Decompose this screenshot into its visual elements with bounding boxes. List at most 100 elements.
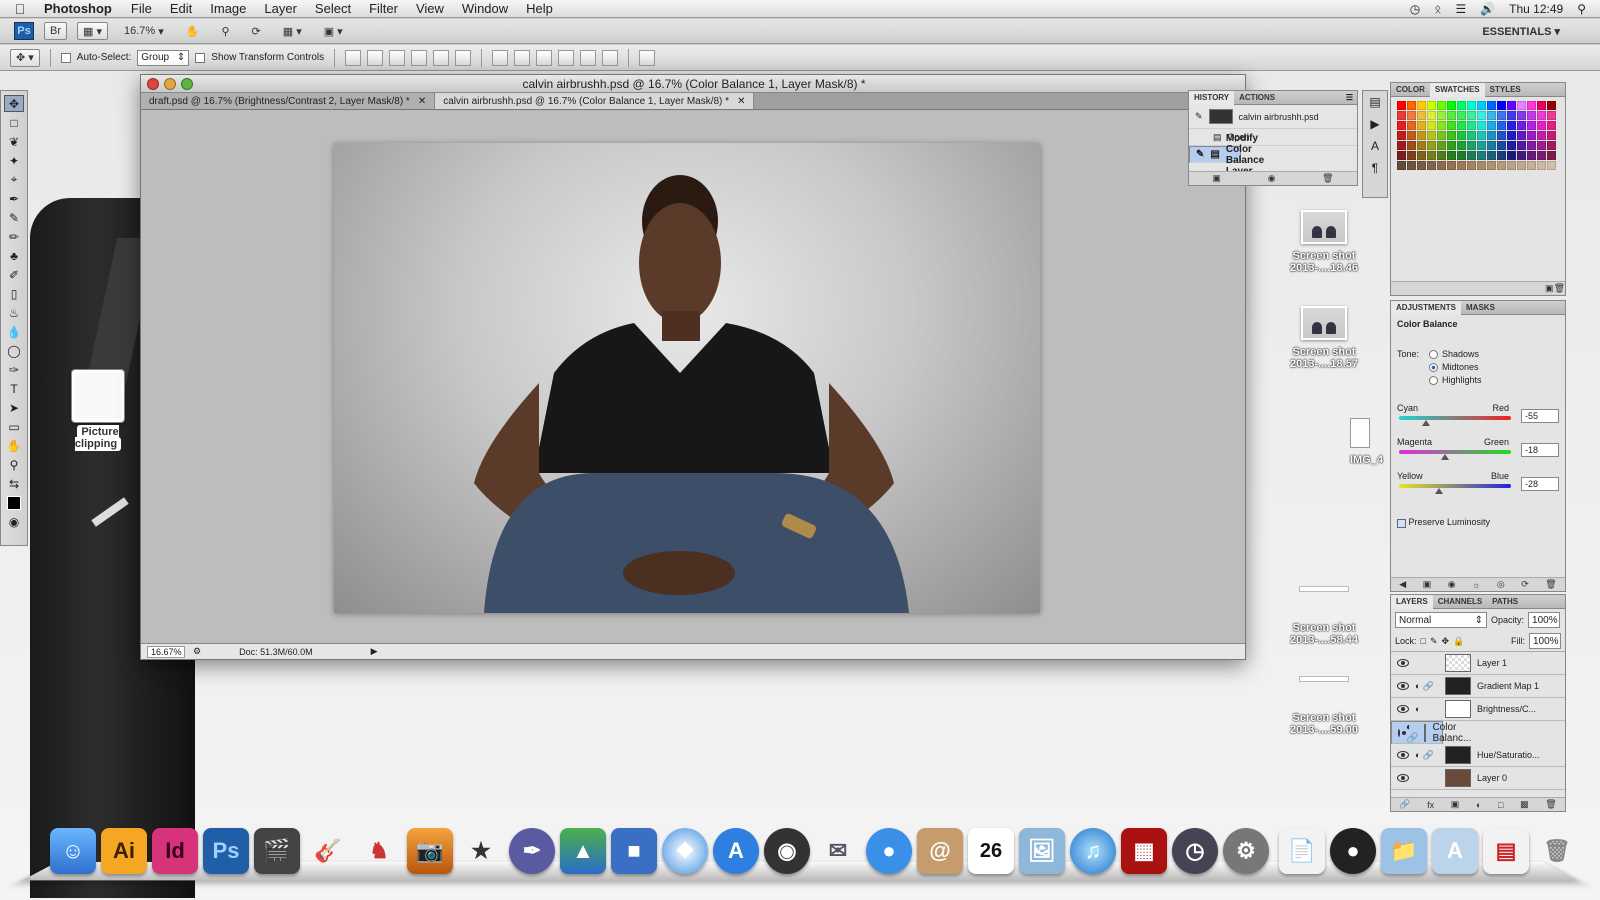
color-swatch[interactable] — [1497, 131, 1506, 140]
color-swatch[interactable] — [1517, 121, 1526, 130]
quick-select-tool-icon[interactable]: ✦ — [4, 152, 24, 169]
quick-mask-icon[interactable]: ◉ — [4, 513, 24, 530]
hand-tool-icon[interactable]: ✋ — [4, 437, 24, 454]
view-extras-button[interactable]: ▦ ▾ — [77, 22, 108, 40]
color-swatch[interactable] — [1507, 151, 1516, 160]
color-swatch[interactable] — [1407, 121, 1416, 130]
minimize-window-button[interactable] — [164, 77, 176, 90]
illustrator-icon[interactable]: Ai — [101, 828, 147, 874]
menu-app-name[interactable]: Photoshop — [40, 1, 122, 16]
lasso-tool-icon[interactable]: ❦ — [4, 133, 24, 150]
blur-tool-icon[interactable]: 💧 — [4, 323, 24, 340]
history-panel-icon[interactable]: ▤ — [1369, 95, 1380, 109]
color-swatch[interactable] — [1527, 131, 1536, 140]
new-group-icon[interactable]: □ — [1498, 800, 1503, 810]
crop-tool-icon[interactable]: ⌖ — [4, 171, 24, 188]
color-swatch[interactable] — [1497, 151, 1506, 160]
color-swatch[interactable] — [1487, 141, 1496, 150]
layer-row[interactable]: ◐ 🔗 Gradient Map 1 — [1391, 675, 1565, 698]
color-swatch[interactable] — [1447, 151, 1456, 160]
clone-stamp-tool-icon[interactable]: ♣ — [4, 247, 24, 264]
visibility-eye-icon[interactable] — [1398, 728, 1406, 737]
tab-color[interactable]: COLOR — [1391, 83, 1430, 97]
new-adjustment-icon[interactable]: ◐ — [1476, 800, 1481, 810]
color-swatch[interactable] — [1447, 141, 1456, 150]
color-swatch[interactable] — [1427, 131, 1436, 140]
color-swatch[interactable] — [1527, 141, 1536, 150]
menu-filter[interactable]: Filter — [360, 1, 407, 16]
color-swatch[interactable] — [1547, 121, 1556, 130]
delete-state-icon[interactable]: 🗑 — [1322, 173, 1333, 184]
slider-track[interactable] — [1399, 484, 1511, 489]
shape-tool-icon[interactable]: ▭ — [4, 418, 24, 435]
color-swatch[interactable] — [1517, 161, 1526, 170]
auto-select-dropdown[interactable]: Group ⇕ — [137, 49, 190, 66]
color-swatch[interactable] — [1417, 151, 1426, 160]
desktop-clipping-file[interactable]: Picture clipping — [55, 370, 141, 451]
ical-icon[interactable]: 26 — [968, 828, 1014, 874]
zoom-tool-icon[interactable]: ⚲ — [4, 456, 24, 473]
color-swatch[interactable] — [1537, 111, 1546, 120]
documents-stack-icon[interactable]: 📄 — [1279, 828, 1325, 874]
slider-knob[interactable] — [1440, 454, 1449, 461]
color-swatch[interactable] — [1457, 141, 1466, 150]
status-zoom-field[interactable]: 16.67% — [147, 645, 185, 658]
gnome-icon[interactable]: ♞ — [356, 828, 402, 874]
character-panel-icon[interactable]: A — [1371, 139, 1379, 153]
align-top-icon[interactable] — [345, 49, 362, 66]
brush-tool-icon[interactable]: ✏ — [4, 228, 24, 245]
layer-row[interactable]: Layer 0 — [1391, 767, 1565, 790]
color-swatch[interactable] — [1497, 101, 1506, 110]
color-swatch[interactable] — [1407, 161, 1416, 170]
move-tool-icon[interactable]: ✥ — [4, 95, 24, 112]
color-swatch[interactable] — [1457, 101, 1466, 110]
visibility-eye-icon[interactable] — [1397, 774, 1409, 782]
color-swatch[interactable] — [1417, 111, 1426, 120]
desktop-file-screenshot-1[interactable]: Screen shot 2013-....18.46 — [1284, 210, 1364, 274]
color-swatch[interactable] — [1467, 121, 1476, 130]
color-swatch[interactable] — [1517, 101, 1526, 110]
time-machine-status-icon[interactable]: ◷ — [1410, 2, 1420, 16]
slider-knob[interactable] — [1435, 488, 1444, 495]
color-swatch[interactable] — [1477, 161, 1486, 170]
color-swatch[interactable] — [1507, 111, 1516, 120]
desktop-file-screenshot-3[interactable]: Screen shot 2013-....58.44 — [1284, 586, 1364, 646]
new-layer-icon[interactable]: ▩ — [1520, 799, 1529, 810]
menu-select[interactable]: Select — [306, 1, 360, 16]
color-swatch[interactable] — [1457, 161, 1466, 170]
new-snapshot-icon[interactable]: ◉ — [1268, 173, 1276, 184]
zoom-level-select[interactable]: 16.7% ▾ — [118, 22, 170, 40]
color-swatch[interactable] — [1537, 131, 1546, 140]
color-swatch[interactable] — [1537, 101, 1546, 110]
status-menu-arrow-icon[interactable]: ▶ — [371, 646, 378, 657]
color-swatch[interactable] — [1507, 141, 1516, 150]
color-swatch[interactable] — [1397, 151, 1406, 160]
bluetooth-icon[interactable]: ᛟ — [1434, 2, 1441, 16]
color-swatch[interactable] — [1447, 161, 1456, 170]
layer-style-icon[interactable]: fx — [1427, 800, 1434, 810]
tab-calvin-airbrushh[interactable]: calvin airbrushh.psd @ 16.7% (Color Bala… — [435, 93, 755, 109]
yellow-blue-value[interactable]: -28 — [1521, 477, 1559, 492]
numbers-icon[interactable]: ▲ — [560, 828, 606, 874]
address-book-icon[interactable]: @ — [917, 828, 963, 874]
color-swatch[interactable] — [1467, 111, 1476, 120]
menu-window[interactable]: Window — [453, 1, 517, 16]
color-swatch[interactable] — [1427, 161, 1436, 170]
foreground-color-swatch[interactable] — [4, 494, 24, 511]
history-brush-tool-icon[interactable]: ✐ — [4, 266, 24, 283]
color-swatch[interactable] — [1437, 101, 1446, 110]
color-swatch[interactable] — [1487, 131, 1496, 140]
reset-icon[interactable]: ⟳ — [1521, 579, 1529, 590]
zoom-tool-icon[interactable]: ⚲ — [215, 22, 235, 40]
photo-booth-icon[interactable]: ▦ — [1121, 828, 1167, 874]
color-swatch[interactable] — [1527, 151, 1536, 160]
screen-mode-button[interactable]: ▣ ▾ — [318, 22, 349, 40]
close-tab-icon[interactable]: ✕ — [418, 96, 426, 107]
tab-actions[interactable]: ACTIONS — [1234, 91, 1280, 105]
status-export-icon[interactable]: ⚙ — [193, 646, 201, 657]
color-swatch[interactable] — [1497, 111, 1506, 120]
menu-file[interactable]: File — [122, 1, 161, 16]
visibility-eye-icon[interactable] — [1397, 751, 1409, 759]
show-transform-checkbox[interactable] — [195, 52, 206, 63]
tone-highlights-radio[interactable]: Highlights — [1429, 375, 1482, 386]
